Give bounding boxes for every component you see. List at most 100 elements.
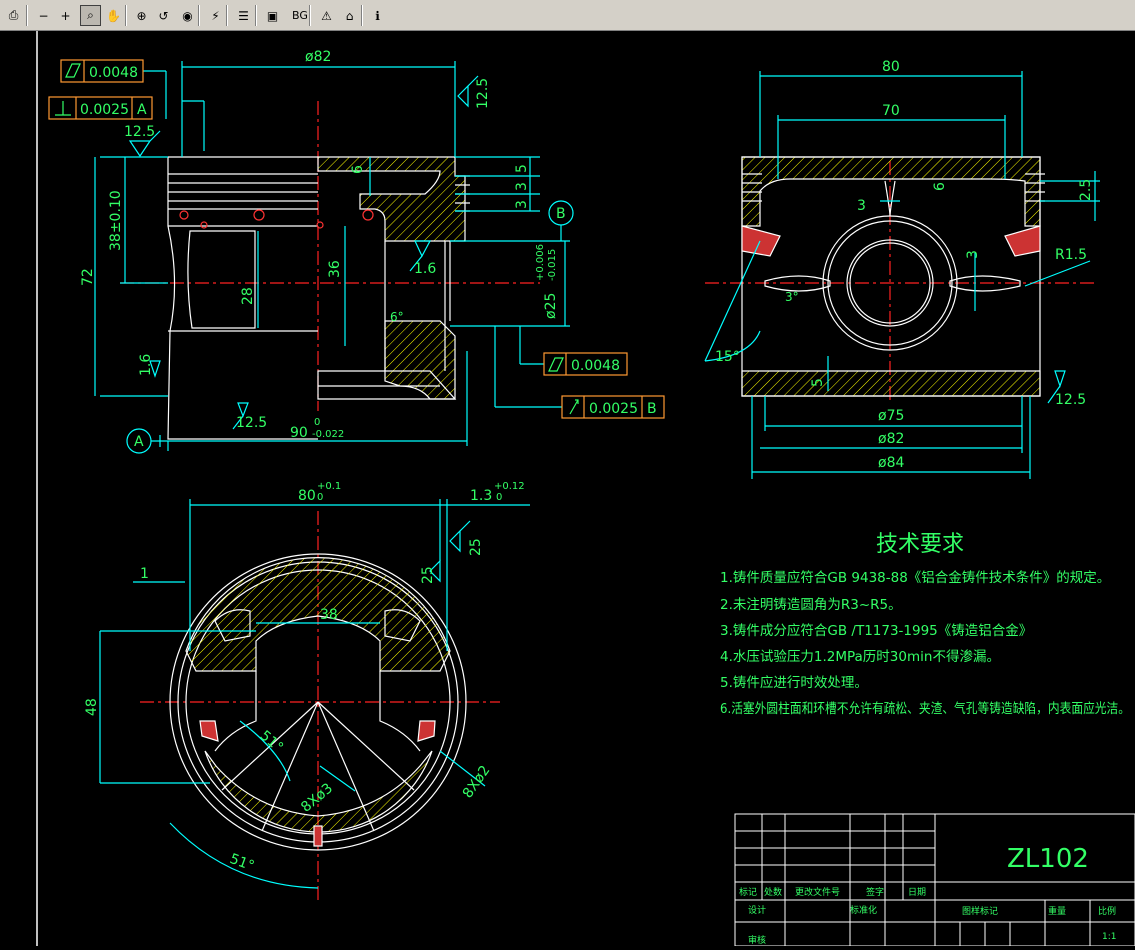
front-dia82: ø82: [305, 49, 331, 65]
bottom-view: [99, 499, 530, 901]
title-h-date: 日期: [908, 887, 926, 898]
front-dim-28: 28: [240, 287, 256, 305]
front-tol90-dn: -0.022: [312, 429, 344, 440]
zoom-extents-icon[interactable]: ⊕: [131, 5, 152, 26]
title-h-sign: 签字: [866, 886, 884, 898]
toolbar-separator: [198, 5, 200, 26]
fcf-flatness2-value: 0.0048: [571, 358, 620, 374]
view-icon[interactable]: ▣: [262, 5, 283, 26]
title-h-count: 处数: [764, 886, 782, 898]
zoom-out-icon[interactable]: −: [33, 5, 54, 26]
front-dim-3a: 3: [514, 182, 530, 191]
title-block-labels: ZL102 标记 处数 更改文件号 签字 日期 设计 标准化 审核 图样标记 重…: [739, 844, 1116, 946]
side-angle-15: 15°: [715, 349, 740, 365]
notes-item-4: 4.水压试验压力1.2MPa历时30min不得渗漏。: [720, 648, 1000, 665]
toolbar-separator: [226, 5, 228, 26]
fcf-runout-datum: B: [647, 401, 657, 417]
zoom-previous-icon[interactable]: ↺: [153, 5, 174, 26]
info-icon[interactable]: ℹ: [367, 5, 388, 26]
home-icon[interactable]: ⌂: [339, 5, 360, 26]
side-dia84: ø84: [878, 455, 904, 471]
side-roughness-12-5: 12.5: [1055, 392, 1086, 408]
side-dim-6: 6: [932, 182, 948, 191]
side-dia75: ø75: [878, 408, 904, 424]
toolbar-separator: [255, 5, 257, 26]
print-icon[interactable]: ⎙: [3, 5, 24, 26]
zoom-in-icon[interactable]: +: [55, 5, 76, 26]
datum-a-label: A: [134, 434, 144, 450]
front-tol90-up: 0: [314, 417, 320, 428]
bottom-holes-2: 8Xø2: [460, 763, 494, 802]
title-review: 审核: [748, 934, 766, 946]
front-view: [48, 59, 665, 454]
bottom-dim-80: 80: [298, 488, 316, 504]
bottom-angle-51b: 51°: [228, 851, 257, 875]
front-tol25-dn: -0.015: [547, 249, 558, 281]
notes-item-2: 2.未注明铸造圆角为R3~R5。: [720, 597, 902, 613]
front-dim-38: 38±0.10: [108, 190, 124, 251]
bottom-roughness-25b: 25: [420, 566, 436, 584]
front-dim-3b: 3: [514, 200, 530, 209]
fcf-perpendicularity-datum: A: [137, 102, 147, 118]
front-dim-5: 5: [514, 164, 530, 173]
side-dia82: ø82: [878, 431, 904, 447]
front-roughness-12-5-left: 12.5: [124, 124, 155, 140]
title-standardize: 标准化: [850, 904, 877, 916]
title-scale-value: 1:1: [1102, 932, 1116, 942]
bottom-tol13-dn: 0: [496, 492, 502, 503]
front-roughness-1-6-right: 1.6: [414, 261, 436, 277]
front-dim-36: 36: [327, 260, 343, 278]
bottom-roughness-25a: 25: [468, 538, 484, 556]
side-dim-5: 5: [810, 378, 826, 387]
side-dim-80: 80: [882, 59, 900, 75]
bottom-tol80-up: +0.1: [317, 481, 341, 492]
cad-drawing: ø82 12.5 12.5 38±0.10 72 28 36 6 5 3 3 1…: [36, 31, 1135, 947]
title-block: [734, 813, 1135, 947]
fcf-flatness-value: 0.0048: [89, 65, 138, 81]
toolbar-separator: [361, 5, 363, 26]
bottom-dim-1: 1: [140, 566, 149, 582]
bottom-dim-38: 38: [320, 607, 338, 623]
orbit-icon[interactable]: ◉: [177, 5, 198, 26]
title-scale: 比例: [1098, 905, 1116, 917]
zoom-window-icon[interactable]: ⌕: [80, 5, 101, 26]
redraw-icon[interactable]: ⚡: [205, 5, 226, 26]
technical-notes: 技术要求 1.铸件质量应符合GB 9438-88《铝合金铸件技术条件》的规定。 …: [720, 532, 1130, 717]
toolbar-separator: [125, 5, 127, 26]
front-tol25-up: +0.006: [535, 244, 546, 281]
title-weight: 重量: [1048, 905, 1066, 917]
side-dim-70: 70: [882, 103, 900, 119]
title-material: ZL102: [1007, 844, 1089, 874]
side-dim-3b: 3: [965, 250, 981, 259]
front-dim-72: 72: [80, 268, 96, 286]
background-label[interactable]: BG: [287, 5, 313, 26]
side-dim-2-5: 2.5: [1078, 179, 1094, 201]
front-dia25: ø25: [543, 293, 559, 319]
notes-item-5: 5.铸件应进行时效处理。: [720, 674, 868, 691]
front-roughness-12-5-right: 12.5: [475, 78, 491, 109]
front-roughness-12-5-bottom: 12.5: [236, 415, 267, 431]
side-angle-3: 3°: [785, 290, 799, 304]
side-radius-1-5: R1.5: [1055, 247, 1087, 263]
title-h-docno: 更改文件号: [795, 886, 840, 898]
title-stage-mark: 图样标记: [962, 905, 998, 917]
layers-icon[interactable]: ☰: [233, 5, 254, 26]
bottom-angle-51a: 51°: [257, 728, 286, 756]
pan-icon[interactable]: ✋: [103, 5, 124, 26]
warning-icon[interactable]: ⚠: [316, 5, 337, 26]
notes-item-1: 1.铸件质量应符合GB 9438-88《铝合金铸件技术条件》的规定。: [720, 569, 1110, 586]
title-h-mark: 标记: [739, 886, 757, 898]
notes-title: 技术要求: [876, 532, 964, 557]
fcf-perpendicularity-value: 0.0025: [80, 102, 129, 118]
bottom-dim-1-3: 1.3: [470, 488, 492, 504]
notes-item-3: 3.铸件成分应符合GB /T1173-1995《铸造铝合金》: [720, 622, 1032, 639]
front-angle-6: 6°: [390, 310, 404, 324]
front-roughness-1-6-left: 1.6: [138, 354, 154, 376]
toolbar: ⎙ − + ⌕ ✋ ⊕ ↺ ◉ ⚡ ☰ ▣ BG ⚠ ⌂ ℹ: [0, 0, 1135, 31]
bottom-tol80-dn: 0: [317, 492, 323, 503]
front-dim-90: 90: [290, 425, 308, 441]
drawing-canvas[interactable]: ø82 12.5 12.5 38±0.10 72 28 36 6 5 3 3 1…: [0, 31, 1135, 947]
front-dim-6: 6: [350, 165, 366, 174]
side-labels: 80 70 6 3 3 2.5 R1.5 3° 15° 5 12.5 ø75 ø…: [715, 59, 1094, 471]
title-design: 设计: [748, 904, 766, 916]
